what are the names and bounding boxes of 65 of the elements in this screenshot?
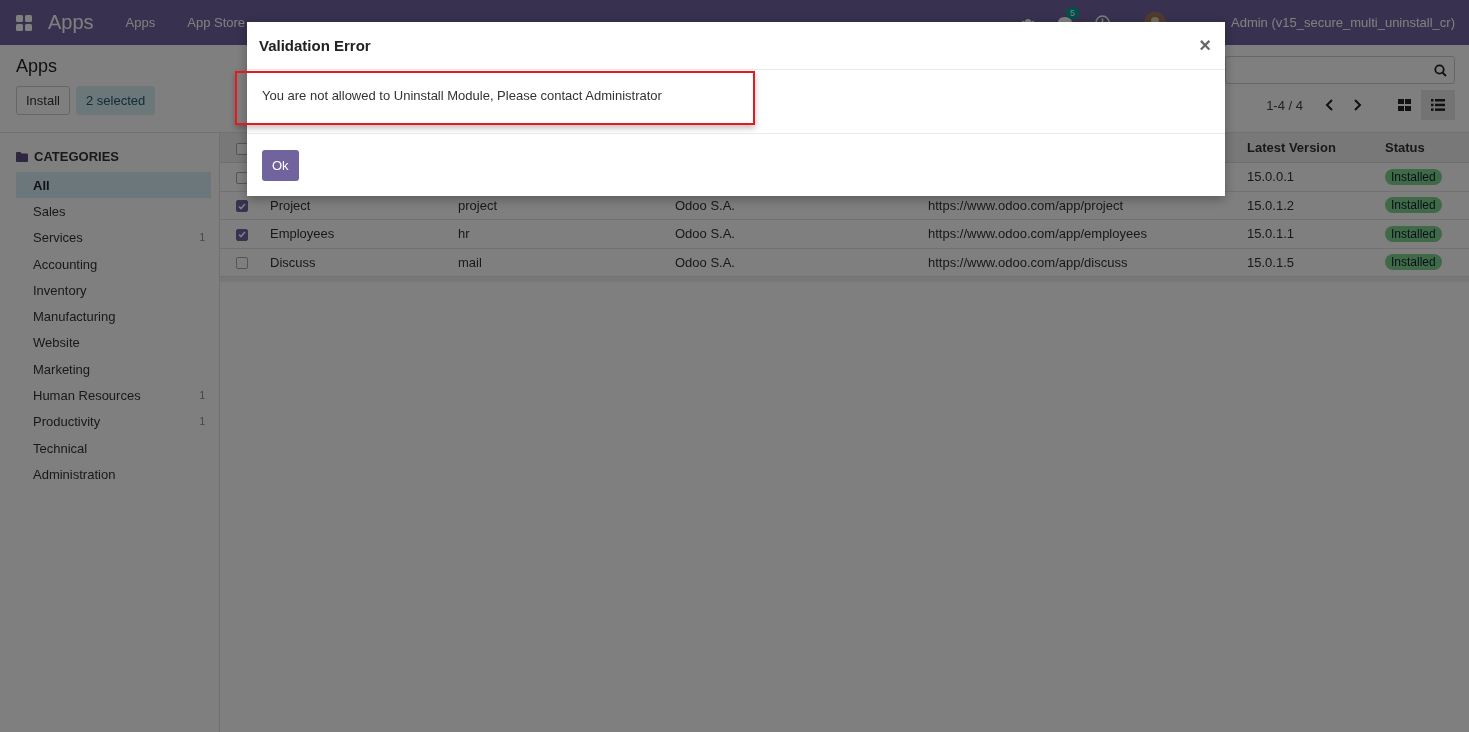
- previous-icon[interactable]: [1325, 99, 1335, 111]
- list-view-button[interactable]: [1421, 90, 1455, 120]
- table-cell: https://www.odoo.com/app/discuss: [928, 254, 1128, 270]
- category-item[interactable]: Services 1: [16, 224, 211, 251]
- table-cell: https://www.odoo.com/app/employees: [928, 226, 1147, 242]
- user-name[interactable]: Admin (v15_secure_multi_uninstall_cr): [1231, 15, 1455, 30]
- next-icon[interactable]: [1352, 99, 1362, 111]
- table-cell: https://www.odoo.com/app/project: [928, 197, 1124, 213]
- list-icon: [1431, 99, 1445, 111]
- app-name[interactable]: Apps: [48, 11, 94, 34]
- category-item[interactable]: Inventory: [16, 277, 211, 304]
- table-cell: 15.0.1.2: [1247, 197, 1294, 213]
- ok-button[interactable]: Ok: [262, 150, 299, 181]
- category-count: 1: [199, 232, 205, 244]
- category-item[interactable]: Accounting: [16, 250, 211, 278]
- category-item[interactable]: Manufacturing: [16, 303, 211, 330]
- pager-value: 1-4 / 4: [1266, 97, 1303, 113]
- kanban-icon: [1397, 99, 1411, 111]
- table-cell: Odoo S.A.: [675, 197, 735, 213]
- status-badge: Installed: [1385, 254, 1442, 271]
- status-badge: Installed: [1385, 168, 1442, 185]
- table-cell: 15.0.1.1: [1247, 226, 1294, 242]
- category-item[interactable]: Technical: [16, 434, 211, 462]
- error-message: You are not allowed to Uninstall Module, Please contact Administrator: [262, 88, 663, 103]
- category-item[interactable]: Administration: [16, 461, 211, 488]
- count-badge: 5: [1066, 6, 1079, 19]
- category-count: 1: [199, 416, 205, 428]
- breadcrumb-title: Apps: [16, 56, 59, 78]
- dialog-title: Validation Error: [259, 37, 371, 54]
- install-button[interactable]: Install: [16, 85, 70, 115]
- table-cell: Employees: [270, 226, 335, 242]
- checkbox[interactable]: [236, 200, 248, 213]
- table-cell: mail: [458, 254, 482, 270]
- apps-grid-icon[interactable]: [16, 14, 32, 31]
- status-badge: Installed: [1385, 225, 1442, 242]
- table-cell: 15.0.1.5: [1247, 254, 1294, 270]
- table-cell: Project: [270, 197, 311, 213]
- folder-icon: [16, 151, 28, 162]
- search-icon[interactable]: [1434, 63, 1447, 77]
- checkbox[interactable]: [236, 142, 248, 155]
- table-cell: Odoo S.A.: [675, 254, 735, 270]
- category-item[interactable]: Human Resources 1: [16, 382, 211, 409]
- status-badge: Installed: [1385, 197, 1442, 214]
- table-cell: Odoo S.A.: [675, 226, 735, 242]
- table-cell: project: [458, 197, 498, 213]
- menu-item[interactable]: Apps: [125, 15, 156, 30]
- category-item[interactable]: Productivity 1: [16, 408, 211, 435]
- category-item[interactable]: Website: [16, 329, 211, 357]
- checkbox[interactable]: [236, 171, 248, 184]
- table-cell: hr: [458, 226, 470, 242]
- checkbox[interactable]: [236, 257, 248, 270]
- categories-heading: CATEGORIES: [34, 149, 119, 164]
- category-item[interactable]: Sales: [16, 198, 211, 225]
- column-header[interactable]: Status: [1379, 133, 1469, 163]
- close-button[interactable]: ×: [1197, 34, 1213, 57]
- selection-count[interactable]: 2 selected: [75, 85, 156, 115]
- checkbox[interactable]: [236, 228, 248, 241]
- category-count: 1: [199, 390, 205, 401]
- column-header[interactable]: Latest Version: [1241, 133, 1379, 163]
- category-item[interactable]: Marketing: [16, 356, 211, 383]
- category-item[interactable]: All: [16, 172, 211, 199]
- menu-item[interactable]: App Store: [187, 15, 246, 30]
- table-cell: Discuss: [270, 254, 316, 270]
- table-cell: 15.0.0.1: [1247, 169, 1294, 185]
- search-field[interactable]: [1225, 56, 1455, 84]
